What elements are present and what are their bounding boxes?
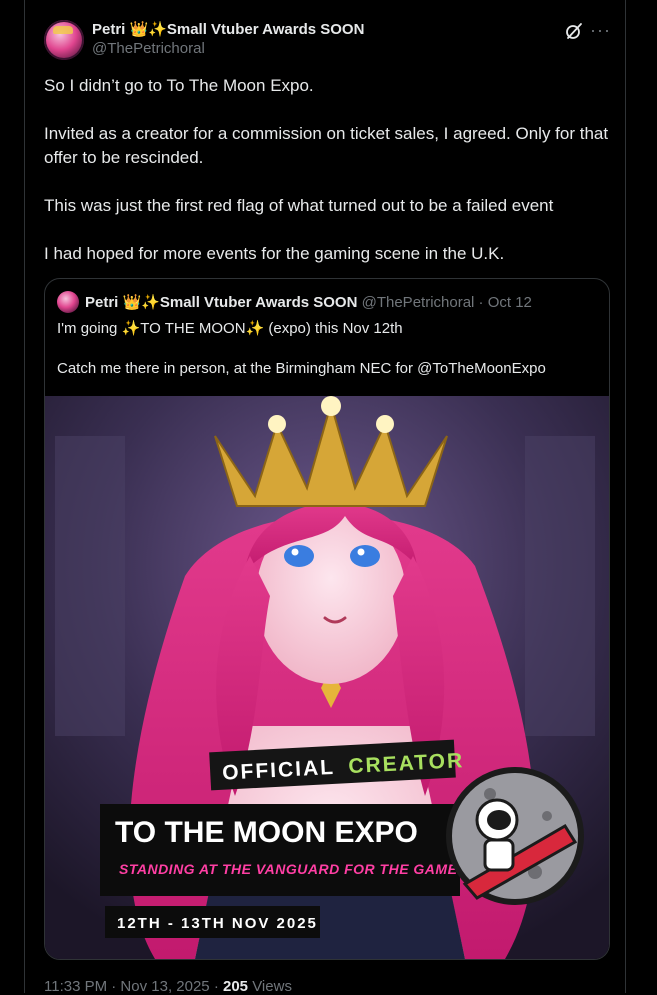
more-options-icon[interactable]: ··· [590,20,611,41]
quoted-line: Catch me there in person, at the Birming… [57,360,546,377]
views-count: 205 [223,978,249,995]
post-footer: 11:33 PM · Nov 13, 2025 · 205 Views [44,978,292,995]
eye-shine-right [357,548,365,556]
eye-left [284,545,314,567]
crown-glow-right [376,415,394,433]
bg-pillar-left [55,436,125,736]
author-avatar[interactable] [44,20,84,60]
quoted-author-meta: @ThePetrichoral · Oct 12 [361,294,532,311]
bg-pillar-right [525,436,595,736]
views-label: Views [252,978,292,995]
quoted-post[interactable]: Petri 👑✨Small Vtuber Awards SOON @ThePet… [44,278,610,960]
post-paragraph: This was just the first red flag of what… [44,196,554,215]
quoted-author-name: Petri 👑✨Small Vtuber Awards SOON [85,294,358,311]
eye-right [350,545,380,567]
poster-dates: 12TH - 13TH NOV 2025 [117,915,318,932]
astronaut-emblem [446,767,584,905]
post-paragraph: Invited as a creator for a commission on… [44,124,609,167]
timeline-border-left [24,0,25,993]
post-paragraph: So I didn’t go to To The Moon Expo. [44,76,314,95]
timeline-border-right [625,0,626,993]
post-paragraph: I had hoped for more events for the gami… [44,244,505,263]
eye-shine-left [291,548,299,556]
post-timestamp[interactable]: 11:33 PM · Nov 13, 2025 [44,978,210,995]
author-name[interactable]: Petri 👑✨Small Vtuber Awards SOON [92,20,364,38]
crown-glow-center [321,396,341,416]
quoted-post-image[interactable]: OFFICIAL CREATOR TO THE MOON EXPO STANDI… [45,396,609,959]
crown-glow-left [268,415,286,433]
author-handle[interactable]: @ThePetrichoral [92,40,205,57]
quoted-post-header: Petri 👑✨Small Vtuber Awards SOON @ThePet… [85,293,532,311]
poster-subtitle: STANDING AT THE VANGUARD FOR THE GAMERS [119,861,478,877]
quoted-author-avatar [57,291,79,313]
poster-title: TO THE MOON EXPO [115,816,418,849]
post-text: So I didn’t go to To The Moon Expo. Invi… [44,74,614,290]
grok-icon[interactable] [565,22,583,40]
quoted-post-text: I'm going ✨TO THE MOON✨ (expo) this Nov … [57,319,597,399]
quoted-line: I'm going ✨TO THE MOON✨ (expo) this Nov … [57,320,403,337]
